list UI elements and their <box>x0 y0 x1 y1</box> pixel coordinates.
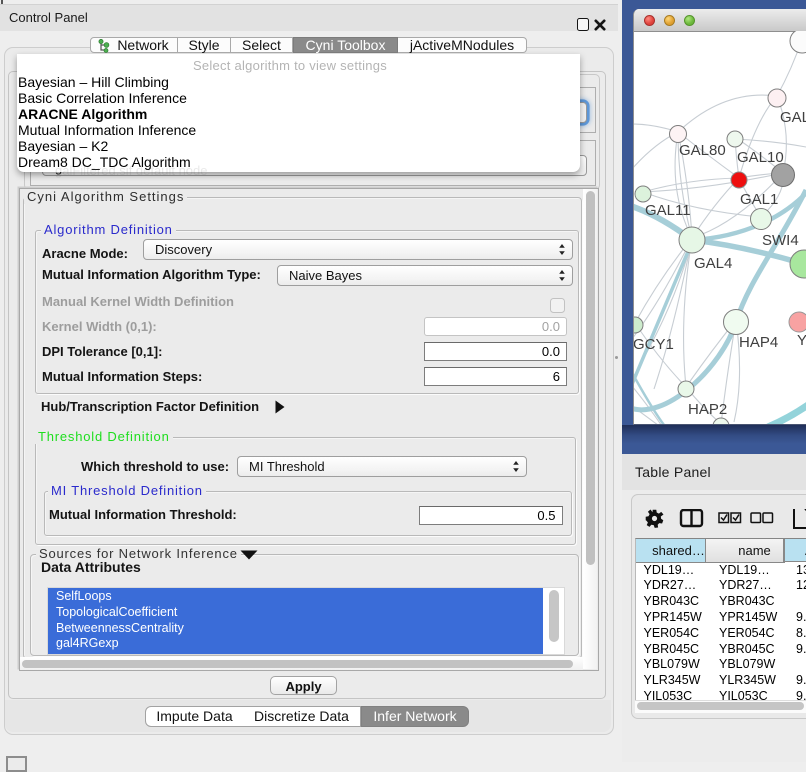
svg-text:Y: Y <box>797 332 806 349</box>
svg-text:GAL11: GAL11 <box>645 202 691 219</box>
svg-text:HAP4: HAP4 <box>739 334 778 351</box>
svg-text:GAL10: GAL10 <box>737 149 784 166</box>
svg-text:GAL1: GAL1 <box>740 191 778 208</box>
svg-text:SWI4: SWI4 <box>762 232 799 249</box>
svg-text:HAP2: HAP2 <box>688 401 727 418</box>
svg-text:GCY1: GCY1 <box>634 336 674 353</box>
svg-text:GAL4: GAL4 <box>694 255 732 272</box>
svg-text:GAL8: GAL8 <box>780 109 806 126</box>
svg-text:GAL80: GAL80 <box>679 142 726 159</box>
